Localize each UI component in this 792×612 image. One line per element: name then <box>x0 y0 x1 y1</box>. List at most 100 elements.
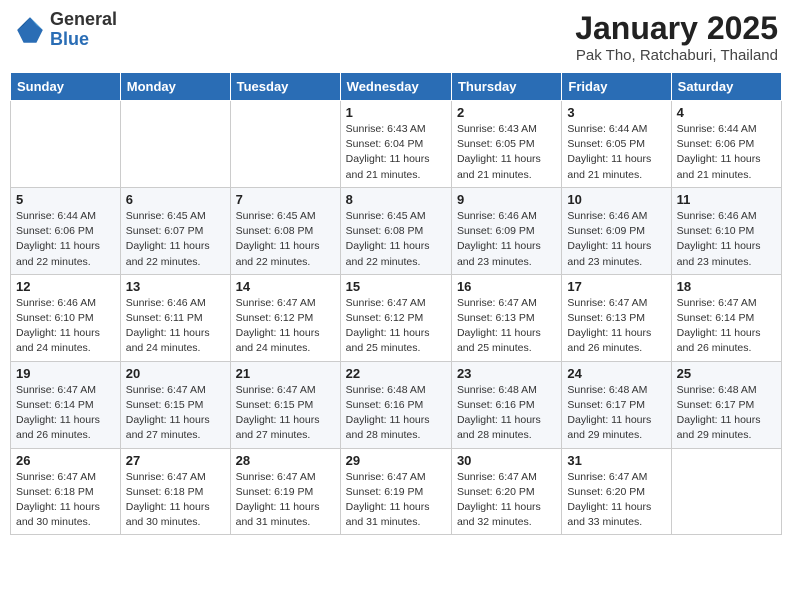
weekday-header-saturday: Saturday <box>671 73 781 101</box>
calendar-cell: 12 Sunrise: 6:46 AMSunset: 6:10 PMDayligh… <box>11 274 121 361</box>
day-number: 10 <box>567 192 665 207</box>
weekday-header-row: SundayMondayTuesdayWednesdayThursdayFrid… <box>11 73 782 101</box>
day-number: 28 <box>236 453 335 468</box>
logo-general: General <box>50 10 117 30</box>
calendar-cell: 2 Sunrise: 6:43 AMSunset: 6:05 PMDaylight… <box>451 101 561 188</box>
calendar-cell: 21Sunrise: 6:47 AMSunset: 6:15 PMDayligh… <box>230 361 340 448</box>
day-info: Sunrise: 6:45 AMSunset: 6:08 PMDaylight:… <box>346 209 446 270</box>
calendar-cell: 28Sunrise: 6:47 AMSunset: 6:19 PMDayligh… <box>230 448 340 535</box>
day-info: Sunrise: 6:48 AMSunset: 6:16 PMDaylight:… <box>457 383 556 444</box>
calendar-cell: 23 Sunrise: 6:48 AMSunset: 6:16 PMDayligh… <box>451 361 561 448</box>
calendar-cell: 7Sunrise: 6:45 AMSunset: 6:08 PMDaylight… <box>230 187 340 274</box>
day-number: 18 <box>677 279 776 294</box>
calendar-cell: 19 Sunrise: 6:47 AMSunset: 6:14 PMDayligh… <box>11 361 121 448</box>
day-number: 9 <box>457 192 556 207</box>
day-number: 1 <box>346 105 446 120</box>
day-number: 24 <box>567 366 665 381</box>
day-info: Sunrise: 6:44 AMSunset: 6:05 PMDaylight:… <box>567 122 665 183</box>
logo: General Blue <box>14 10 117 50</box>
day-info: Sunrise: 6:47 AMSunset: 6:14 PMDaylight:… <box>16 383 115 444</box>
calendar-cell <box>230 101 340 188</box>
day-info: Sunrise: 6:47 AMSunset: 6:14 PMDaylight:… <box>677 296 776 357</box>
calendar-cell <box>120 101 230 188</box>
calendar-week-2: 5 Sunrise: 6:44 AMSunset: 6:06 PMDaylight… <box>11 187 782 274</box>
day-info: Sunrise: 6:45 AMSunset: 6:07 PMDaylight:… <box>126 209 225 270</box>
day-number: 22 <box>346 366 446 381</box>
title-block: January 2025 Pak Tho, Ratchaburi, Thaila… <box>575 10 778 64</box>
day-info: Sunrise: 6:46 AMSunset: 6:09 PMDaylight:… <box>457 209 556 270</box>
day-number: 11 <box>677 192 776 207</box>
calendar-cell: 14 Sunrise: 6:47 AMSunset: 6:12 PMDayligh… <box>230 274 340 361</box>
calendar-cell: 10Sunrise: 6:46 AMSunset: 6:09 PMDayligh… <box>562 187 671 274</box>
calendar-cell: 27Sunrise: 6:47 AMSunset: 6:18 PMDayligh… <box>120 448 230 535</box>
day-number: 6 <box>126 192 225 207</box>
day-number: 4 <box>677 105 776 120</box>
day-info: Sunrise: 6:47 AMSunset: 6:20 PMDaylight:… <box>457 470 556 531</box>
logo-icon <box>14 14 46 46</box>
day-number: 5 <box>16 192 115 207</box>
day-info: Sunrise: 6:46 AMSunset: 6:11 PMDaylight:… <box>126 296 225 357</box>
day-info: Sunrise: 6:47 AMSunset: 6:15 PMDaylight:… <box>126 383 225 444</box>
calendar-cell: 1Sunrise: 6:43 AMSunset: 6:04 PMDaylight… <box>340 101 451 188</box>
day-number: 16 <box>457 279 556 294</box>
weekday-header-tuesday: Tuesday <box>230 73 340 101</box>
weekday-header-monday: Monday <box>120 73 230 101</box>
day-number: 30 <box>457 453 556 468</box>
calendar-cell: 3Sunrise: 6:44 AMSunset: 6:05 PMDaylight… <box>562 101 671 188</box>
day-number: 15 <box>346 279 446 294</box>
day-number: 20 <box>126 366 225 381</box>
day-info: Sunrise: 6:48 AMSunset: 6:16 PMDaylight:… <box>346 383 446 444</box>
calendar-cell <box>11 101 121 188</box>
title-month: January 2025 <box>575 10 778 47</box>
day-info: Sunrise: 6:44 AMSunset: 6:06 PMDaylight:… <box>16 209 115 270</box>
day-info: Sunrise: 6:48 AMSunset: 6:17 PMDaylight:… <box>677 383 776 444</box>
day-info: Sunrise: 6:47 AMSunset: 6:13 PMDaylight:… <box>457 296 556 357</box>
day-info: Sunrise: 6:47 AMSunset: 6:18 PMDaylight:… <box>16 470 115 531</box>
day-number: 14 <box>236 279 335 294</box>
day-info: Sunrise: 6:47 AMSunset: 6:15 PMDaylight:… <box>236 383 335 444</box>
calendar-cell: 11 Sunrise: 6:46 AMSunset: 6:10 PMDayligh… <box>671 187 781 274</box>
calendar-week-3: 12 Sunrise: 6:46 AMSunset: 6:10 PMDayligh… <box>11 274 782 361</box>
day-number: 26 <box>16 453 115 468</box>
calendar-week-4: 19 Sunrise: 6:47 AMSunset: 6:14 PMDayligh… <box>11 361 782 448</box>
calendar-cell: 9 Sunrise: 6:46 AMSunset: 6:09 PMDaylight… <box>451 187 561 274</box>
page-header: General Blue January 2025 Pak Tho, Ratch… <box>10 10 782 64</box>
calendar-cell: 15 Sunrise: 6:47 AMSunset: 6:12 PMDayligh… <box>340 274 451 361</box>
calendar-cell: 17Sunrise: 6:47 AMSunset: 6:13 PMDayligh… <box>562 274 671 361</box>
day-info: Sunrise: 6:47 AMSunset: 6:13 PMDaylight:… <box>567 296 665 357</box>
calendar-cell: 26 Sunrise: 6:47 AMSunset: 6:18 PMDayligh… <box>11 448 121 535</box>
day-info: Sunrise: 6:47 AMSunset: 6:19 PMDaylight:… <box>346 470 446 531</box>
calendar-table: SundayMondayTuesdayWednesdayThursdayFrid… <box>10 72 782 535</box>
day-info: Sunrise: 6:46 AMSunset: 6:10 PMDaylight:… <box>677 209 776 270</box>
day-info: Sunrise: 6:47 AMSunset: 6:20 PMDaylight:… <box>567 470 665 531</box>
calendar-cell: 30 Sunrise: 6:47 AMSunset: 6:20 PMDayligh… <box>451 448 561 535</box>
calendar-cell: 18 Sunrise: 6:47 AMSunset: 6:14 PMDayligh… <box>671 274 781 361</box>
day-number: 12 <box>16 279 115 294</box>
calendar-cell: 6 Sunrise: 6:45 AMSunset: 6:07 PMDaylight… <box>120 187 230 274</box>
day-number: 23 <box>457 366 556 381</box>
calendar-cell: 24 Sunrise: 6:48 AMSunset: 6:17 PMDayligh… <box>562 361 671 448</box>
calendar-week-5: 26 Sunrise: 6:47 AMSunset: 6:18 PMDayligh… <box>11 448 782 535</box>
calendar-cell: 31Sunrise: 6:47 AMSunset: 6:20 PMDayligh… <box>562 448 671 535</box>
day-number: 8 <box>346 192 446 207</box>
calendar-cell: 4Sunrise: 6:44 AMSunset: 6:06 PMDaylight… <box>671 101 781 188</box>
calendar-cell: 29Sunrise: 6:47 AMSunset: 6:19 PMDayligh… <box>340 448 451 535</box>
calendar-cell: 25Sunrise: 6:48 AMSunset: 6:17 PMDayligh… <box>671 361 781 448</box>
weekday-header-friday: Friday <box>562 73 671 101</box>
weekday-header-sunday: Sunday <box>11 73 121 101</box>
calendar-cell: 5 Sunrise: 6:44 AMSunset: 6:06 PMDaylight… <box>11 187 121 274</box>
calendar-cell: 8 Sunrise: 6:45 AMSunset: 6:08 PMDaylight… <box>340 187 451 274</box>
day-info: Sunrise: 6:46 AMSunset: 6:10 PMDaylight:… <box>16 296 115 357</box>
day-info: Sunrise: 6:48 AMSunset: 6:17 PMDaylight:… <box>567 383 665 444</box>
day-info: Sunrise: 6:43 AMSunset: 6:05 PMDaylight:… <box>457 122 556 183</box>
calendar-body: 1Sunrise: 6:43 AMSunset: 6:04 PMDaylight… <box>11 101 782 535</box>
day-number: 19 <box>16 366 115 381</box>
day-info: Sunrise: 6:47 AMSunset: 6:12 PMDaylight:… <box>236 296 335 357</box>
calendar-header: SundayMondayTuesdayWednesdayThursdayFrid… <box>11 73 782 101</box>
weekday-header-wednesday: Wednesday <box>340 73 451 101</box>
title-location: Pak Tho, Ratchaburi, Thailand <box>575 47 778 64</box>
day-number: 13 <box>126 279 225 294</box>
day-info: Sunrise: 6:47 AMSunset: 6:12 PMDaylight:… <box>346 296 446 357</box>
day-number: 2 <box>457 105 556 120</box>
logo-blue: Blue <box>50 30 117 50</box>
